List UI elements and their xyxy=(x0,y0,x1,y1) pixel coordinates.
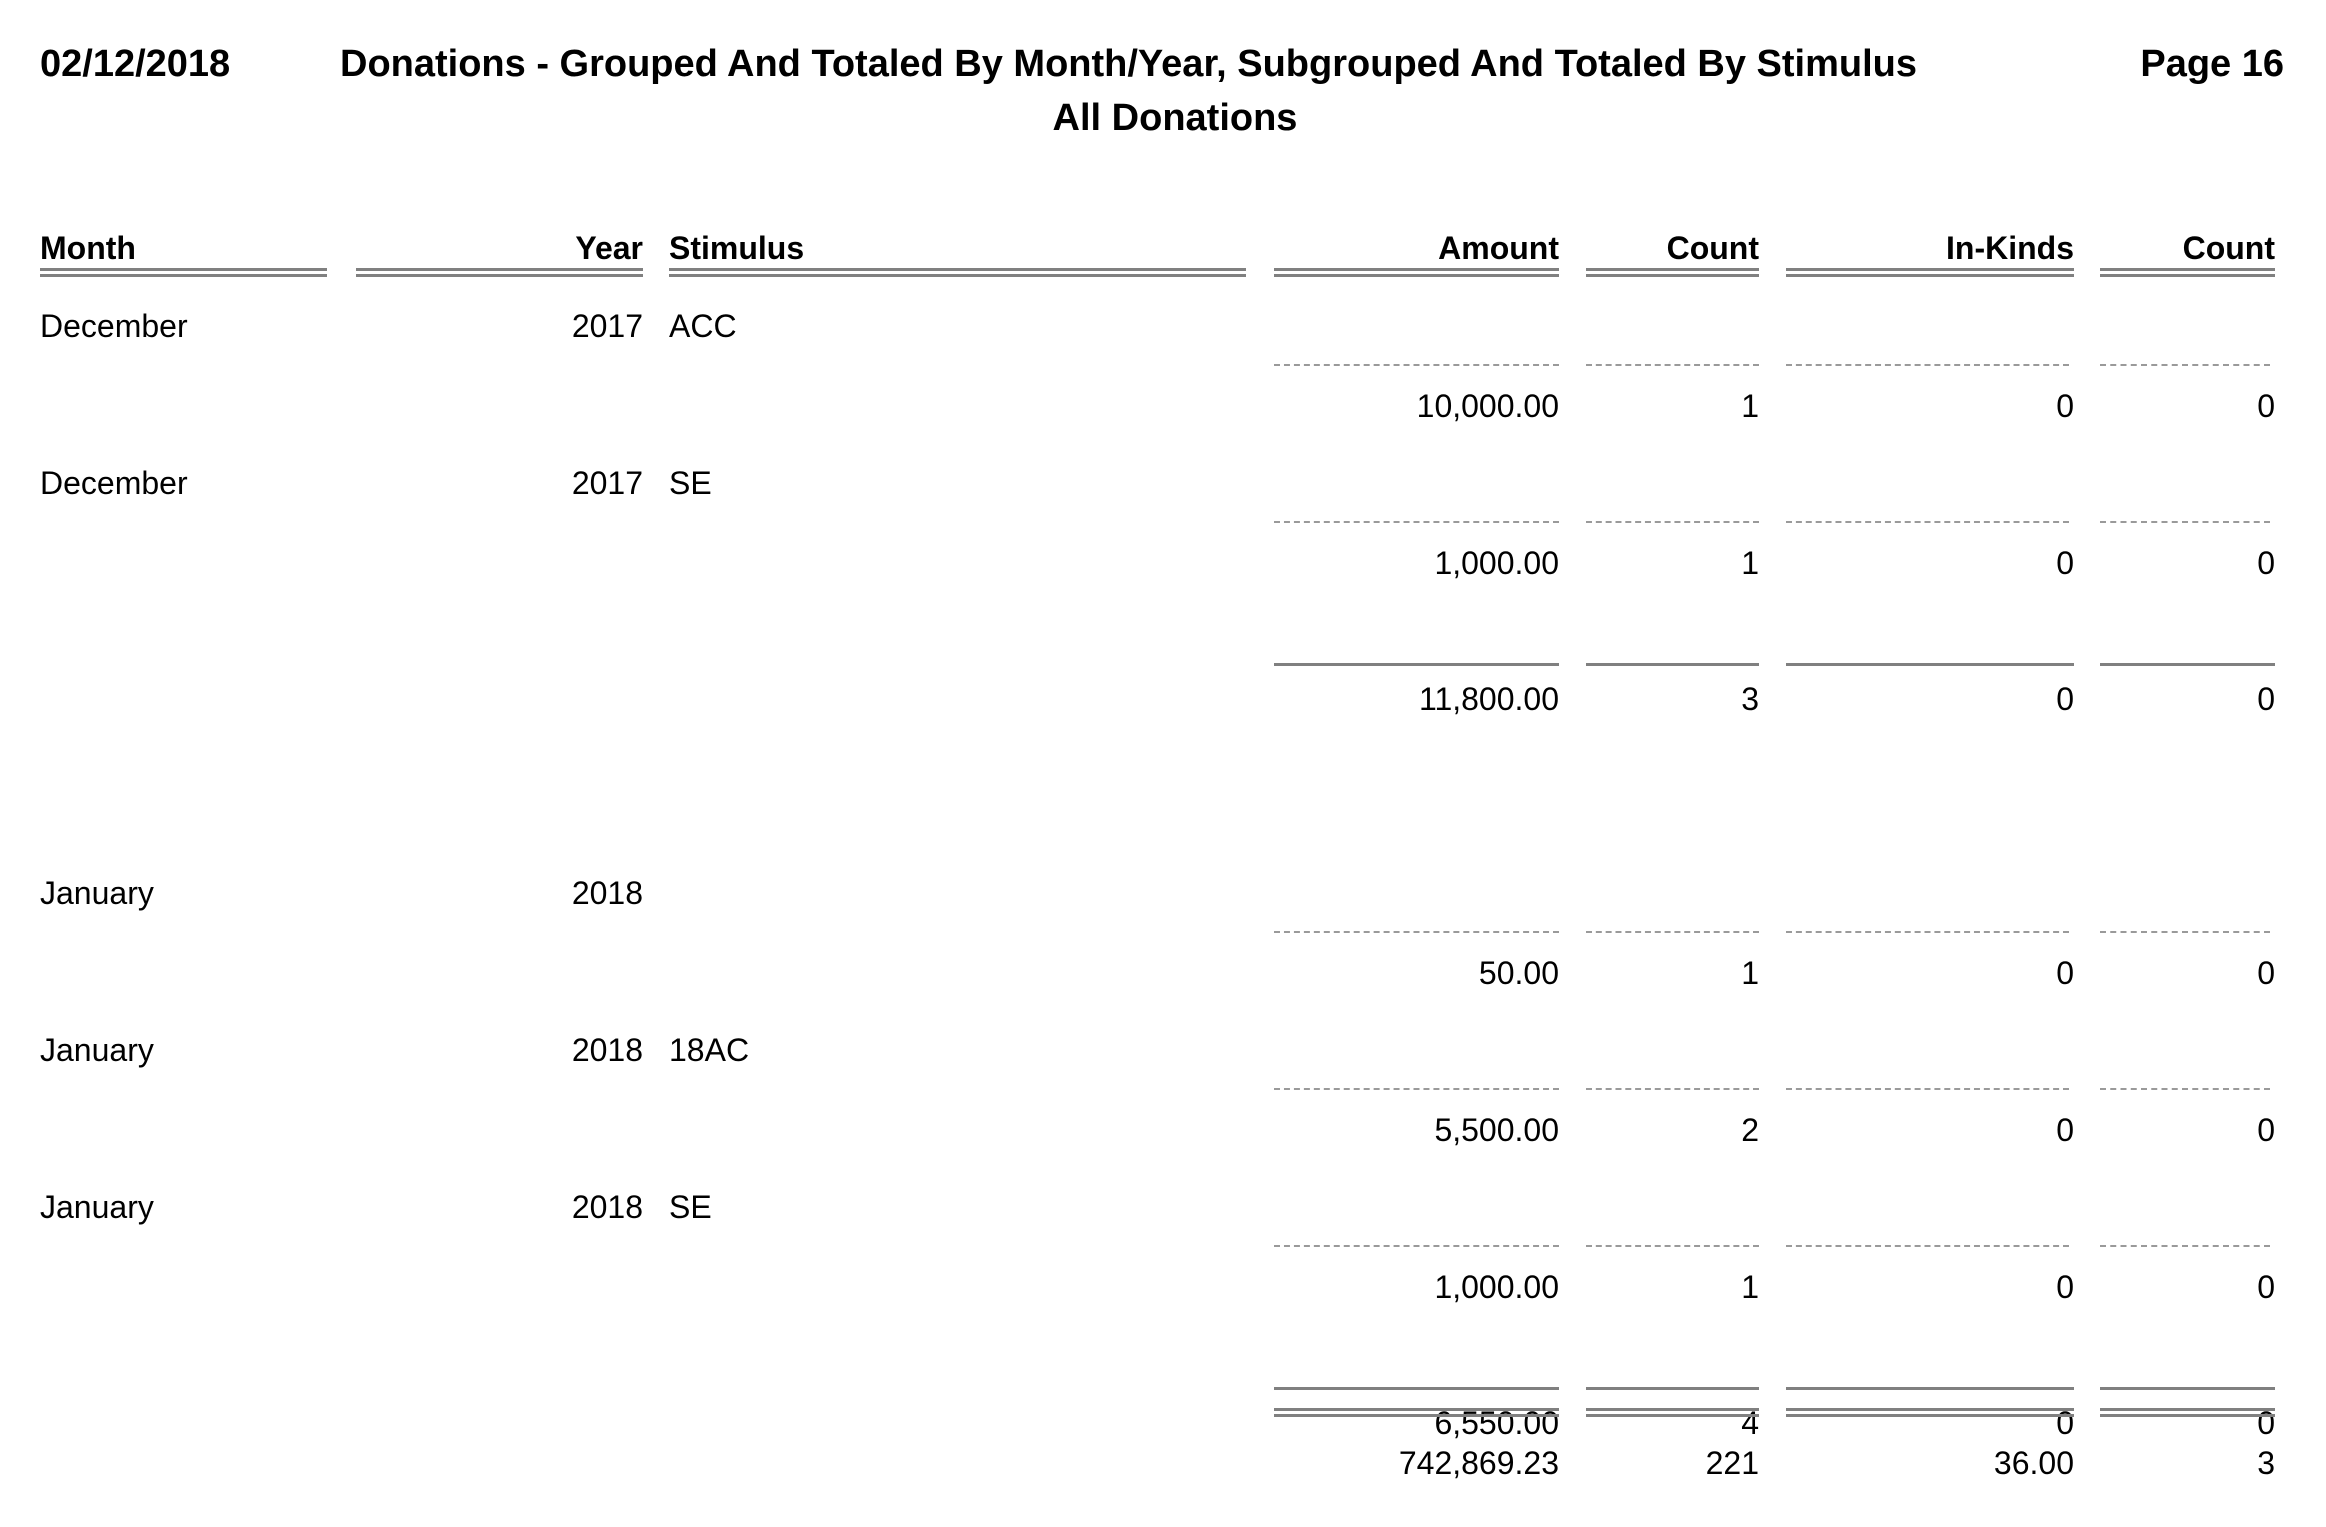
row-inkinds: 0 xyxy=(2056,545,2074,581)
row-inkind-count: 0 xyxy=(2257,1112,2275,1148)
subtotal-line-count xyxy=(1586,663,1759,666)
header-underline-stimulus xyxy=(669,268,1246,277)
column-header-count: Count xyxy=(1666,230,1759,266)
row-inkinds: 0 xyxy=(2056,1112,2074,1148)
row-inkinds: 0 xyxy=(2056,955,2074,991)
column-header-inkind-count: Count xyxy=(2182,230,2275,266)
row-dash-separator-inkinds xyxy=(1786,1088,2069,1090)
row-count: 1 xyxy=(1741,388,1759,424)
row-month: January xyxy=(40,875,154,911)
header-underline-month xyxy=(40,268,327,277)
row-dash-separator-amount xyxy=(1274,521,1559,523)
grand-total-amount: 742,869.23 xyxy=(1398,1445,1559,1481)
row-dash-separator-count xyxy=(1586,364,1759,366)
grand-total-inkinds: 36.00 xyxy=(1993,1445,2074,1481)
row-count: 1 xyxy=(1741,545,1759,581)
row-year: 2018 xyxy=(571,875,643,911)
row-dash-separator-inkinds xyxy=(1786,1245,2069,1247)
row-dash-separator-amount xyxy=(1274,1088,1559,1090)
row-stimulus: SE xyxy=(669,465,712,501)
row-dash-separator-count xyxy=(1586,931,1759,933)
subtotal-line-inkind-count xyxy=(2100,1387,2275,1390)
row-dash-separator-inkind-count xyxy=(2100,1245,2270,1247)
row-count: 1 xyxy=(1741,1269,1759,1305)
row-dash-separator-count xyxy=(1586,521,1759,523)
grand-total-underline-inkinds xyxy=(1786,1408,2074,1417)
subtotal-line-inkinds xyxy=(1786,663,2074,666)
row-dash-separator-inkind-count xyxy=(2100,1088,2270,1090)
row-year: 2017 xyxy=(571,308,643,344)
row-dash-separator-inkinds xyxy=(1786,364,2069,366)
row-dash-separator-inkind-count xyxy=(2100,931,2270,933)
row-amount: 5,500.00 xyxy=(1434,1112,1559,1148)
group-total-amount: 11,800.00 xyxy=(1419,681,1559,717)
group-total-inkind-count: 0 xyxy=(2257,681,2275,717)
row-dash-separator-inkinds xyxy=(1786,521,2069,523)
row-month: January xyxy=(40,1189,154,1225)
grand-total-underline-inkind-count xyxy=(2100,1408,2275,1417)
row-inkinds: 0 xyxy=(2056,388,2074,424)
report-date: 02/12/2018 xyxy=(40,43,231,85)
report-subtitle: All Donations xyxy=(1052,97,1298,139)
row-stimulus: 18AC xyxy=(669,1032,750,1068)
row-month: December xyxy=(40,465,188,501)
column-header-year: Year xyxy=(575,230,643,266)
header-underline-inkind-count xyxy=(2100,268,2275,277)
row-amount: 1,000.00 xyxy=(1434,545,1559,581)
row-stimulus: ACC xyxy=(669,308,737,344)
row-dash-separator-inkind-count xyxy=(2100,364,2270,366)
row-dash-separator-count xyxy=(1586,1088,1759,1090)
row-dash-separator-inkind-count xyxy=(2100,521,2270,523)
row-amount: 10,000.00 xyxy=(1416,388,1559,424)
header-underline-amount xyxy=(1274,268,1559,277)
row-count: 1 xyxy=(1741,955,1759,991)
subtotal-line-count xyxy=(1586,1387,1759,1390)
row-inkinds: 0 xyxy=(2056,1269,2074,1305)
row-year: 2018 xyxy=(571,1032,643,1068)
page-number: Page 16 xyxy=(2140,43,2284,85)
row-inkind-count: 0 xyxy=(2257,545,2275,581)
report-title: Donations - Grouped And Totaled By Month… xyxy=(340,43,1918,85)
grand-total-underline-count xyxy=(1586,1408,1759,1417)
row-inkind-count: 0 xyxy=(2257,388,2275,424)
group-total-inkinds: 0 xyxy=(2056,681,2074,717)
row-month: December xyxy=(40,308,188,344)
grand-total-count: 221 xyxy=(1705,1445,1759,1481)
header-underline-year xyxy=(356,268,643,277)
subtotal-line-inkinds xyxy=(1786,1387,2074,1390)
group-total-count: 3 xyxy=(1741,681,1759,717)
column-header-inkinds: In-Kinds xyxy=(1946,230,2074,266)
subtotal-line-amount xyxy=(1274,663,1559,666)
column-header-amount: Amount xyxy=(1438,230,1559,266)
grand-total-inkind-count: 3 xyxy=(2257,1445,2275,1481)
subtotal-line-inkind-count xyxy=(2100,663,2275,666)
row-dash-separator-amount xyxy=(1274,931,1559,933)
subtotal-line-amount xyxy=(1274,1387,1559,1390)
row-inkind-count: 0 xyxy=(2257,955,2275,991)
header-underline-inkinds xyxy=(1786,268,2074,277)
row-month: January xyxy=(40,1032,154,1068)
row-inkind-count: 0 xyxy=(2257,1269,2275,1305)
row-year: 2017 xyxy=(571,465,643,501)
row-dash-separator-amount xyxy=(1274,1245,1559,1247)
row-amount: 1,000.00 xyxy=(1434,1269,1559,1305)
row-dash-separator-count xyxy=(1586,1245,1759,1247)
row-count: 2 xyxy=(1741,1112,1759,1148)
row-dash-separator-amount xyxy=(1274,364,1559,366)
row-amount: 50.00 xyxy=(1478,955,1559,991)
row-year: 2018 xyxy=(571,1189,643,1225)
row-stimulus: SE xyxy=(669,1189,712,1225)
header-underline-count xyxy=(1586,268,1759,277)
grand-total-underline-amount xyxy=(1274,1408,1559,1417)
row-dash-separator-inkinds xyxy=(1786,931,2069,933)
column-header-stimulus: Stimulus xyxy=(669,230,805,266)
column-header-month: Month xyxy=(40,230,136,266)
